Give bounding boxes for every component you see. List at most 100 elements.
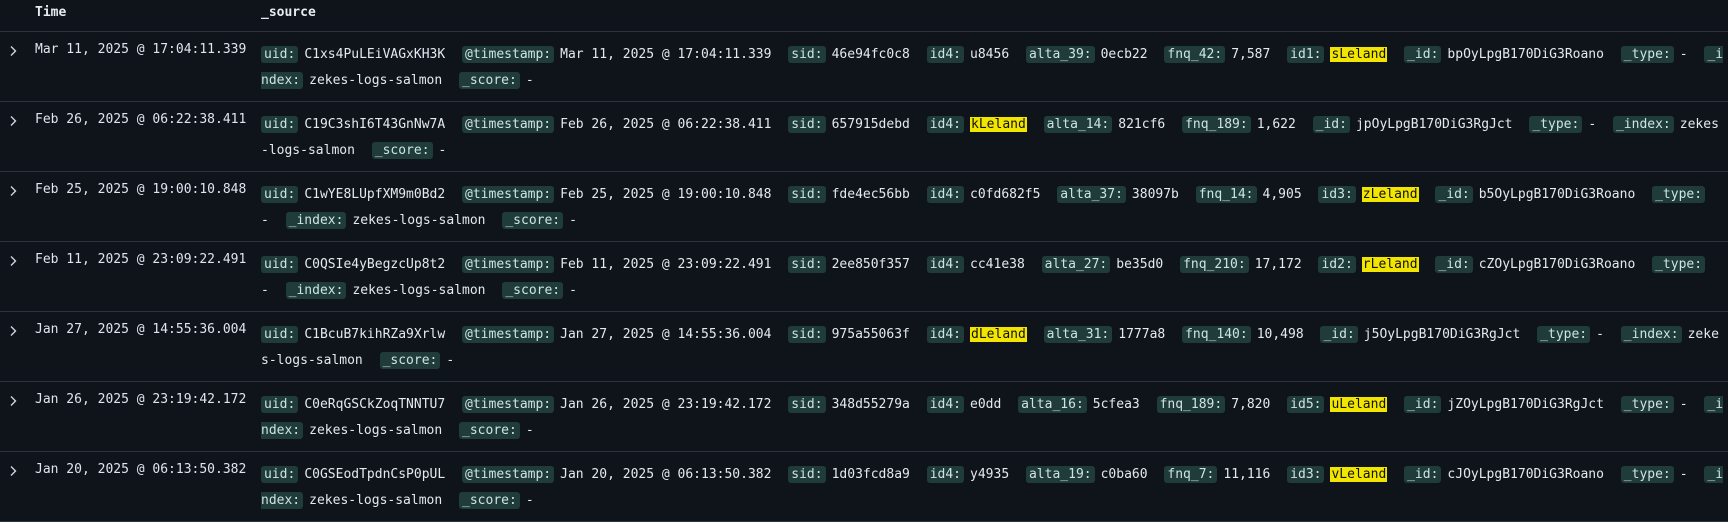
- field-key[interactable]: _index:: [285, 212, 347, 229]
- field-key[interactable]: id4:: [926, 466, 965, 483]
- field-key[interactable]: _type:: [1620, 46, 1674, 63]
- table-row[interactable]: Mar 11, 2025 @ 17:04:11.339 uid: C1xs4PuLE…: [0, 32, 1728, 102]
- field-key[interactable]: id4:: [926, 46, 965, 63]
- field-key[interactable]: _id:: [1404, 396, 1442, 413]
- field-key[interactable]: _index:: [1612, 116, 1674, 133]
- field-key[interactable]: alta_16:: [1018, 396, 1087, 413]
- field-key[interactable]: id5:: [1287, 396, 1325, 413]
- field-key[interactable]: uid:: [261, 256, 299, 273]
- table-row[interactable]: Feb 26, 2025 @ 06:22:38.411 uid: C19C3shI6…: [0, 102, 1728, 172]
- field-key[interactable]: _index:: [1620, 326, 1682, 343]
- field-key[interactable]: fnq_42:: [1164, 46, 1226, 63]
- field-key[interactable]: id3:: [1287, 466, 1325, 483]
- field-key[interactable]: _score:: [371, 142, 433, 159]
- field-key[interactable]: alta_39:: [1025, 46, 1095, 63]
- field-key[interactable]: _id:: [1435, 256, 1473, 273]
- field-pair: id4: y4935: [926, 466, 1018, 483]
- field-key[interactable]: uid:: [261, 466, 299, 483]
- field-key[interactable]: @timestamp:: [462, 116, 555, 133]
- field-key[interactable]: fnq_189:: [1156, 396, 1226, 413]
- field-key[interactable]: _score:: [379, 352, 441, 369]
- field-value: -: [261, 283, 269, 298]
- table-row[interactable]: Feb 11, 2025 @ 23:09:22.491 uid: C0QSIe4yB…: [0, 242, 1728, 312]
- field-key[interactable]: _type:: [1537, 326, 1591, 343]
- field-key[interactable]: _id:: [1404, 466, 1442, 483]
- field-key[interactable]: sid:: [788, 46, 826, 63]
- field-key[interactable]: alta_31:: [1043, 326, 1113, 343]
- table-row[interactable]: Jan 26, 2025 @ 23:19:42.172 uid: C0eRqGSCk…: [0, 382, 1728, 452]
- field-key[interactable]: @timestamp:: [462, 466, 555, 483]
- field-key[interactable]: @timestamp:: [462, 396, 555, 413]
- table-row[interactable]: Jan 27, 2025 @ 14:55:36.004 uid: C1BcuB7ki…: [0, 312, 1728, 382]
- field-key[interactable]: _type:: [1652, 186, 1706, 203]
- field-key[interactable]: @timestamp:: [462, 326, 555, 343]
- field-key[interactable]: id1:: [1287, 46, 1325, 63]
- field-key[interactable]: fnq_210:: [1180, 256, 1249, 273]
- field-key[interactable]: sid:: [788, 116, 826, 133]
- field-key[interactable]: id4:: [926, 396, 965, 413]
- field-key[interactable]: _score:: [502, 212, 564, 229]
- field-key[interactable]: uid:: [261, 396, 299, 413]
- field-pair: id4: kLeland: [926, 116, 1036, 133]
- field-key[interactable]: alta_27:: [1041, 256, 1111, 273]
- field-key[interactable]: alta_14:: [1043, 116, 1113, 133]
- chevron-right-icon[interactable]: [5, 43, 21, 59]
- field-key[interactable]: sid:: [788, 186, 826, 203]
- field-key[interactable]: id4:: [926, 186, 965, 203]
- field-pair: _score: -: [502, 282, 586, 299]
- field-key[interactable]: sid:: [788, 396, 826, 413]
- field-key[interactable]: _id:: [1312, 116, 1350, 133]
- field-key[interactable]: _score:: [459, 422, 520, 439]
- field-key[interactable]: _index:: [285, 282, 347, 299]
- field-key[interactable]: fnq_189:: [1182, 116, 1251, 133]
- field-key[interactable]: alta_19:: [1025, 466, 1095, 483]
- field-key[interactable]: sid:: [788, 326, 826, 343]
- field-key[interactable]: uid:: [261, 326, 299, 343]
- field-key[interactable]: uid:: [261, 116, 299, 133]
- chevron-right-icon[interactable]: [5, 323, 21, 339]
- field-value: dLeland: [970, 327, 1027, 342]
- field-key[interactable]: sid:: [788, 256, 826, 273]
- field-key[interactable]: fnq_7:: [1164, 466, 1218, 483]
- chevron-right-icon[interactable]: [5, 463, 21, 479]
- field-key[interactable]: id4:: [926, 256, 965, 273]
- field-key[interactable]: @timestamp:: [462, 186, 555, 203]
- chevron-right-icon[interactable]: [5, 253, 21, 269]
- field-key[interactable]: id4:: [926, 116, 965, 133]
- table-row[interactable]: Feb 25, 2025 @ 19:00:10.848 uid: C1wYE8LUp…: [0, 172, 1728, 242]
- field-key[interactable]: _score:: [459, 72, 520, 89]
- field-pair: sid: 975a55063f: [788, 326, 919, 343]
- field-value: 821cf6: [1118, 117, 1166, 132]
- field-key[interactable]: _type:: [1620, 396, 1674, 413]
- field-key[interactable]: id2:: [1318, 256, 1356, 273]
- row-source: uid: C1wYE8LUpfXM9m0Bd2 @timestamp: Feb 25…: [261, 182, 1726, 234]
- field-key[interactable]: _score:: [459, 492, 520, 509]
- field-key[interactable]: @timestamp:: [462, 46, 555, 63]
- field-key[interactable]: @timestamp:: [462, 256, 555, 273]
- field-key[interactable]: uid:: [261, 186, 299, 203]
- field-key[interactable]: _id:: [1435, 186, 1473, 203]
- search-highlight: zLeland: [1361, 187, 1419, 202]
- field-key[interactable]: fnq_140:: [1182, 326, 1251, 343]
- field-key[interactable]: id3:: [1318, 186, 1356, 203]
- field-pair: sid: fde4ec56bb: [788, 186, 919, 203]
- chevron-right-icon[interactable]: [5, 113, 21, 129]
- chevron-right-icon[interactable]: [5, 393, 21, 409]
- column-header-source[interactable]: _source: [261, 5, 316, 20]
- field-key[interactable]: _id:: [1404, 46, 1442, 63]
- field-key[interactable]: _type:: [1652, 256, 1706, 273]
- field-key[interactable]: alta_37:: [1057, 186, 1126, 203]
- field-key[interactable]: id4:: [926, 326, 965, 343]
- field-key[interactable]: _score:: [502, 282, 564, 299]
- table-row[interactable]: Jan 20, 2025 @ 06:13:50.382 uid: C0GSEodTp…: [0, 452, 1728, 522]
- field-key[interactable]: uid:: [261, 46, 299, 63]
- chevron-right-icon[interactable]: [5, 183, 21, 199]
- field-key[interactable]: sid:: [788, 466, 826, 483]
- field-value: zekes-logs-salmon: [309, 73, 443, 88]
- field-key[interactable]: fnq_14:: [1195, 186, 1257, 203]
- field-key[interactable]: _type:: [1620, 466, 1674, 483]
- field-key[interactable]: _id:: [1320, 326, 1358, 343]
- column-header-time[interactable]: Time: [35, 5, 66, 20]
- field-key[interactable]: _type:: [1529, 116, 1583, 133]
- field-pair: alta_14: 821cf6: [1043, 116, 1175, 133]
